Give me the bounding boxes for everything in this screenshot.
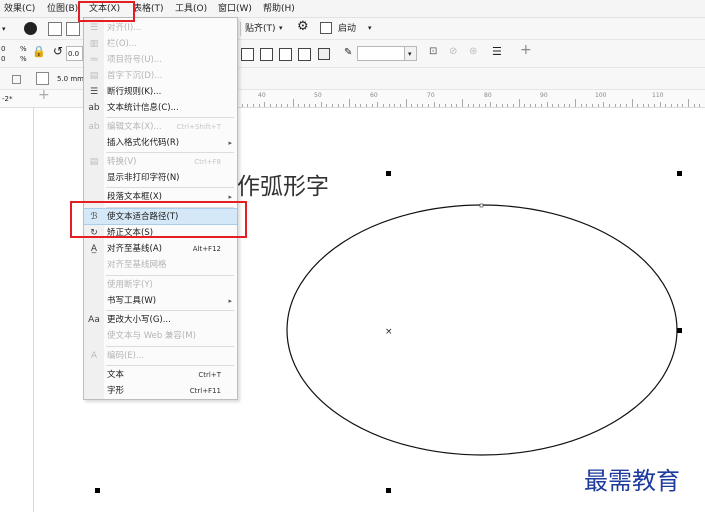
menu-item-text[interactable]: 文本 Ctrl+T bbox=[84, 367, 237, 383]
edit-text-icon: ab bbox=[88, 122, 100, 132]
menu-item-label: 使用断字(Y) bbox=[107, 280, 153, 290]
menu-item-drop-cap: ▤ 首字下沉(D)... bbox=[84, 68, 237, 84]
selection-handle[interactable] bbox=[95, 488, 100, 493]
convert-text-icon: ▤ bbox=[89, 157, 99, 167]
selection-handle[interactable] bbox=[386, 171, 391, 176]
bullets-icon: ≔ bbox=[89, 55, 99, 65]
menu-item-label: 书写工具(W) bbox=[107, 296, 157, 306]
text-statistics-icon: ab bbox=[88, 103, 100, 113]
menu-item-label: 首字下沉(D)... bbox=[107, 71, 163, 81]
align-baseline-icon: A̲ bbox=[90, 244, 98, 254]
submenu-arrow-icon: ▸ bbox=[228, 139, 232, 147]
menu-item-change-case[interactable]: Aa 更改大小写(G)... bbox=[84, 312, 237, 328]
menu-item-use-hyphenation: 使用断字(Y) bbox=[84, 277, 237, 293]
menu-item-align: ☰ 对齐(I)... bbox=[84, 20, 237, 36]
menu-item-show-nonprinting-chars[interactable]: 显示非打印字符(N) bbox=[84, 170, 237, 186]
menu-item-label: 栏(O)... bbox=[107, 39, 137, 49]
menu-separator bbox=[106, 187, 234, 188]
menu-item-glyphs[interactable]: 字形 Ctrl+F11 bbox=[84, 383, 237, 399]
align-icon: ☰ bbox=[89, 23, 99, 33]
change-case-icon: Aa bbox=[88, 315, 100, 325]
menu-item-label: 更改大小写(G)... bbox=[107, 315, 171, 325]
menu-item-writing-tools[interactable]: 书写工具(W) ▸ bbox=[84, 293, 237, 309]
selection-handle[interactable] bbox=[677, 171, 682, 176]
menu-item-encode: A 编码(E)... bbox=[84, 348, 237, 364]
annotation-box-fit-text-to-path bbox=[70, 201, 247, 238]
menu-item-shortcut: Ctrl+T bbox=[198, 371, 221, 379]
menu-item-label: 转换(V) bbox=[107, 157, 137, 167]
menu-separator bbox=[106, 152, 234, 153]
menu-item-align-to-baseline-grid: 对齐至基线网格 bbox=[84, 257, 237, 273]
menu-item-columns: ▥ 栏(O)... bbox=[84, 36, 237, 52]
menu-item-label: 对齐至基线网格 bbox=[107, 260, 167, 270]
menu-separator bbox=[106, 346, 234, 347]
menu-item-label: 断行规则(K)... bbox=[107, 87, 162, 97]
menu-item-label: 对齐至基线(A) bbox=[107, 244, 162, 254]
menu-separator bbox=[106, 275, 234, 276]
menu-item-label: 插入格式化代码(R) bbox=[107, 138, 180, 148]
menu-separator bbox=[106, 310, 234, 311]
menu-item-shortcut: Ctrl+F11 bbox=[189, 387, 221, 395]
columns-icon: ▥ bbox=[89, 39, 99, 49]
menu-item-label: 字形 bbox=[107, 386, 125, 396]
menu-item-edit-text: ab 编辑文本(X)... Ctrl+Shift+T bbox=[84, 119, 237, 135]
menu-item-shortcut: Alt+F12 bbox=[192, 245, 221, 253]
annotation-box-text-menu bbox=[78, 1, 135, 22]
drop-cap-icon: ▤ bbox=[89, 71, 99, 81]
menu-separator bbox=[106, 117, 234, 118]
menu-item-shortcut: Ctrl+Shift+T bbox=[176, 123, 221, 131]
selection-handle[interactable] bbox=[677, 328, 682, 333]
menu-item-label: 对齐(I)... bbox=[107, 23, 142, 33]
line-break-icon: ☰ bbox=[89, 87, 99, 97]
menu-item-label: 显示非打印字符(N) bbox=[107, 173, 180, 183]
menu-item-label: 项目符号(U)... bbox=[107, 55, 162, 65]
menu-item-bullets: ≔ 项目符号(U)... bbox=[84, 52, 237, 68]
menu-item-text-statistics[interactable]: ab 文本统计信息(C)... bbox=[84, 100, 237, 116]
menu-item-label: 文本统计信息(C)... bbox=[107, 103, 179, 113]
menu-item-make-text-web-compatible: 使文本与 Web 兼容(M) bbox=[84, 328, 237, 344]
selection-handle[interactable] bbox=[386, 488, 391, 493]
submenu-arrow-icon: ▸ bbox=[228, 297, 232, 305]
menu-item-line-break-rules[interactable]: ☰ 断行规则(K)... bbox=[84, 84, 237, 100]
svg-text:×: × bbox=[385, 327, 393, 337]
menu-item-label: 编码(E)... bbox=[107, 351, 145, 361]
menu-item-align-to-baseline[interactable]: A̲ 对齐至基线(A) Alt+F12 bbox=[84, 241, 237, 257]
menu-item-label: 文本 bbox=[107, 370, 125, 380]
menu-item-label: 使文本与 Web 兼容(M) bbox=[107, 331, 196, 341]
menu-item-insert-formatting-code[interactable]: 插入格式化代码(R) ▸ bbox=[84, 135, 237, 151]
encode-icon: A bbox=[90, 351, 98, 361]
menu-separator bbox=[106, 365, 234, 366]
watermark-text: 最需教育 bbox=[584, 467, 680, 495]
menu-item-shortcut: Ctrl+F8 bbox=[194, 158, 221, 166]
menu-item-label: 编辑文本(X)... bbox=[107, 122, 162, 132]
menu-item-convert: ▤ 转换(V) Ctrl+F8 bbox=[84, 154, 237, 170]
